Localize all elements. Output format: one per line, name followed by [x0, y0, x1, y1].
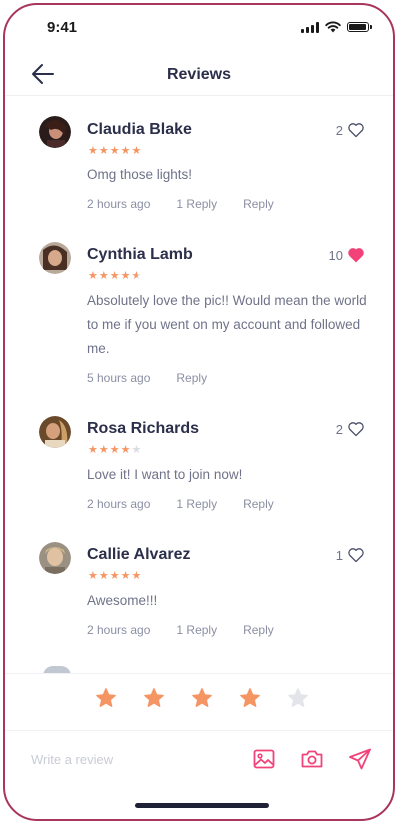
star-rating: ★★★★★ — [88, 569, 142, 582]
avatar[interactable] — [39, 416, 71, 448]
phone-frame: 9:41 Reviews Claudia Blake ★★★★★ Omg tho… — [3, 3, 395, 821]
star-icon: ★ — [109, 145, 121, 157]
review-meta: 5 hours ago Reply — [87, 371, 207, 385]
like-button[interactable]: 10 — [329, 247, 365, 263]
rating-input — [5, 673, 393, 730]
review-text: Absolutely love the pic!! Would mean the… — [87, 293, 367, 356]
send-icon[interactable] — [348, 747, 372, 771]
star-icon: ★ — [120, 270, 132, 282]
star-icon: ★ — [120, 145, 132, 157]
review-text: Omg those lights! — [87, 167, 193, 182]
signal-icon — [301, 21, 319, 33]
star-empty-icon: ★ — [131, 444, 143, 456]
avatar[interactable] — [39, 116, 71, 148]
avatar[interactable] — [39, 542, 71, 574]
like-button[interactable]: 1 — [336, 547, 365, 563]
star-icon: ★ — [98, 270, 110, 282]
review-meta: 2 hours ago 1 Reply Reply — [87, 197, 274, 211]
review-meta: 2 hours ago 1 Reply Reply — [87, 497, 274, 511]
reply-button[interactable]: Reply — [243, 623, 274, 637]
star-icon: ★ — [120, 444, 132, 456]
header: Reviews — [5, 53, 393, 96]
review-meta: 2 hours ago 1 Reply Reply — [87, 623, 274, 637]
status-bar: 9:41 — [5, 5, 393, 49]
star-icon: ★ — [88, 270, 99, 282]
replies-link[interactable]: 1 Reply — [176, 197, 217, 211]
star-icon[interactable] — [239, 687, 261, 709]
review-text: Awesome!!! — [87, 593, 158, 608]
heart-outline-icon — [348, 123, 364, 138]
replies-link[interactable]: 1 Reply — [176, 623, 217, 637]
reply-button[interactable]: Reply — [176, 371, 207, 385]
like-count: 1 — [335, 547, 343, 563]
wifi-icon — [325, 21, 341, 33]
star-icon: ★ — [109, 444, 121, 456]
replies-link[interactable]: 1 Reply — [176, 497, 217, 511]
home-indicator — [135, 803, 269, 808]
reviewer-name[interactable]: Rosa Richards — [87, 420, 199, 438]
review-time: 5 hours ago — [87, 371, 151, 385]
star-icon: ★ — [88, 145, 99, 157]
reviewer-name[interactable]: Claudia Blake — [87, 121, 192, 139]
star-icon[interactable] — [95, 687, 117, 709]
star-rating: ★★★★★ — [88, 269, 142, 282]
reviewer-name[interactable]: Callie Alvarez — [87, 546, 190, 564]
like-count: 2 — [335, 421, 343, 437]
review-time: 2 hours ago — [87, 497, 151, 511]
star-rating: ★★★★★ — [88, 443, 142, 456]
image-icon[interactable] — [252, 747, 276, 771]
like-count: 10 — [328, 247, 343, 263]
star-icon: ★ — [131, 570, 143, 582]
reviewer-name[interactable]: Cynthia Lamb — [87, 246, 193, 264]
star-icon[interactable] — [191, 687, 213, 709]
star-icon: ★ — [98, 444, 110, 456]
star-icon: ★ — [109, 570, 121, 582]
camera-icon[interactable] — [300, 747, 324, 771]
battery-icon — [347, 22, 372, 32]
review-time: 2 hours ago — [87, 197, 151, 211]
star-icon: ★ — [88, 444, 99, 456]
avatar[interactable] — [39, 242, 71, 274]
review-text: Love it! I want to join now! — [87, 467, 243, 482]
star-icon: ★ — [131, 145, 143, 157]
star-icon: ★ — [120, 570, 132, 582]
review-composer — [5, 730, 393, 787]
star-icon[interactable] — [143, 687, 165, 709]
review-time: 2 hours ago — [87, 623, 151, 637]
like-button[interactable]: 2 — [336, 421, 365, 437]
like-button[interactable]: 2 — [336, 122, 365, 138]
heart-outline-icon — [348, 422, 364, 437]
star-empty-icon[interactable] — [287, 687, 309, 709]
star-icon: ★ — [109, 270, 121, 282]
status-icons — [301, 21, 372, 33]
heart-outline-icon — [348, 548, 364, 563]
heart-filled-icon — [348, 248, 364, 263]
star-icon: ★ — [88, 570, 99, 582]
star-half-icon: ★ — [131, 270, 143, 282]
page-title: Reviews — [166, 66, 232, 83]
like-count: 2 — [335, 122, 343, 138]
star-rating: ★★★★★ — [88, 144, 142, 157]
star-icon: ★ — [98, 570, 110, 582]
review-input[interactable] — [29, 743, 233, 775]
star-icon: ★ — [98, 145, 110, 157]
reply-button[interactable]: Reply — [243, 497, 274, 511]
status-time: 9:41 — [47, 19, 78, 36]
reply-button[interactable]: Reply — [243, 197, 274, 211]
